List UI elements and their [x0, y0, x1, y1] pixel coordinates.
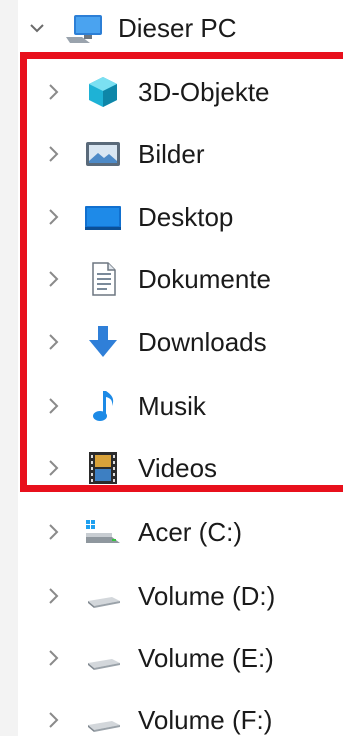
navigation-tree: Dieser PC 3D-Objekte Bilder Desktop Doku… — [0, 0, 343, 736]
tree-item-drive-f[interactable]: Volume (F:) — [0, 692, 343, 748]
tree-item-label: Bilder — [138, 139, 205, 169]
tree-item-label: Downloads — [138, 327, 267, 357]
music-icon — [82, 388, 124, 424]
tree-item-label: Volume (E:) — [138, 643, 274, 673]
chevron-right-icon[interactable] — [42, 521, 64, 543]
downloads-icon — [82, 324, 124, 360]
tree-item-label: Volume (F:) — [138, 705, 273, 735]
3d-objects-icon — [82, 74, 124, 110]
videos-icon — [82, 450, 124, 486]
tree-item-label: Videos — [138, 453, 218, 483]
chevron-right-icon[interactable] — [42, 206, 64, 228]
chevron-down-icon[interactable] — [26, 17, 48, 39]
system-drive-icon — [82, 514, 124, 550]
tree-item-downloads[interactable]: Downloads — [0, 314, 343, 370]
tree-item-label: Acer (C:) — [138, 517, 242, 547]
drive-icon — [82, 578, 124, 614]
chevron-right-icon[interactable] — [42, 331, 64, 353]
chevron-right-icon[interactable] — [42, 709, 64, 731]
drive-icon — [82, 640, 124, 676]
tree-item-music[interactable]: Musik — [0, 378, 343, 434]
tree-item-videos[interactable]: Videos — [0, 440, 343, 496]
desktop-icon — [82, 199, 124, 235]
pictures-icon — [82, 136, 124, 172]
chevron-right-icon[interactable] — [42, 457, 64, 479]
chevron-right-icon[interactable] — [42, 81, 64, 103]
drive-icon — [82, 702, 124, 738]
tree-item-desktop[interactable]: Desktop — [0, 189, 343, 245]
tree-item-label: Desktop — [138, 202, 234, 232]
tree-item-pictures[interactable]: Bilder — [0, 126, 343, 182]
tree-item-label: Dokumente — [138, 264, 271, 294]
this-pc-icon — [64, 10, 106, 46]
chevron-right-icon[interactable] — [42, 268, 64, 290]
tree-item-drive-d[interactable]: Volume (D:) — [0, 568, 343, 624]
tree-item-label: Volume (D:) — [138, 581, 276, 611]
tree-item-drive-e[interactable]: Volume (E:) — [0, 630, 343, 686]
chevron-right-icon[interactable] — [42, 647, 64, 669]
tree-item-documents[interactable]: Dokumente — [0, 251, 343, 307]
tree-item-this-pc[interactable]: Dieser PC — [0, 0, 343, 56]
tree-item-label: Dieser PC — [118, 13, 237, 43]
documents-icon — [82, 261, 124, 297]
tree-item-drive-c[interactable]: Acer (C:) — [0, 504, 343, 560]
tree-item-3d-objects[interactable]: 3D-Objekte — [0, 64, 343, 120]
tree-item-label: Musik — [138, 391, 206, 421]
tree-item-label: 3D-Objekte — [138, 77, 270, 107]
chevron-right-icon[interactable] — [42, 585, 64, 607]
chevron-right-icon[interactable] — [42, 395, 64, 417]
chevron-right-icon[interactable] — [42, 143, 64, 165]
